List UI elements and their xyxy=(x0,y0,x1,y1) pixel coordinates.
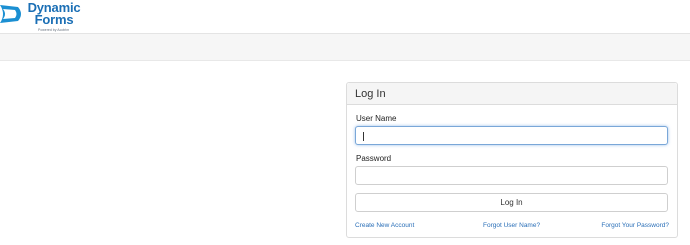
login-panel: Log In User Name Password Log In Create … xyxy=(346,82,678,238)
forgot-password-link[interactable]: Forgot Your Password? xyxy=(601,222,669,229)
logo-line2: Forms xyxy=(34,12,74,27)
logo-tagline: Powered by Acotrim xyxy=(38,28,70,32)
forgot-username-link[interactable]: Forgot User Name? xyxy=(483,222,540,229)
logo-mark-icon xyxy=(0,5,21,23)
login-button[interactable]: Log In xyxy=(355,193,668,212)
top-header: Dynamic Forms Powered by Acotrim xyxy=(0,0,690,34)
dynamic-forms-logo[interactable]: Dynamic Forms Powered by Acotrim xyxy=(0,1,90,33)
password-label: Password xyxy=(356,154,392,163)
username-label: User Name xyxy=(356,114,397,123)
create-account-link[interactable]: Create New Account xyxy=(355,222,414,229)
login-panel-title: Log In xyxy=(347,83,677,105)
username-input[interactable] xyxy=(355,126,668,145)
nav-bar xyxy=(0,34,690,61)
logo-text: Dynamic Forms xyxy=(22,1,86,27)
text-caret xyxy=(363,132,364,141)
password-input[interactable] xyxy=(355,166,668,185)
